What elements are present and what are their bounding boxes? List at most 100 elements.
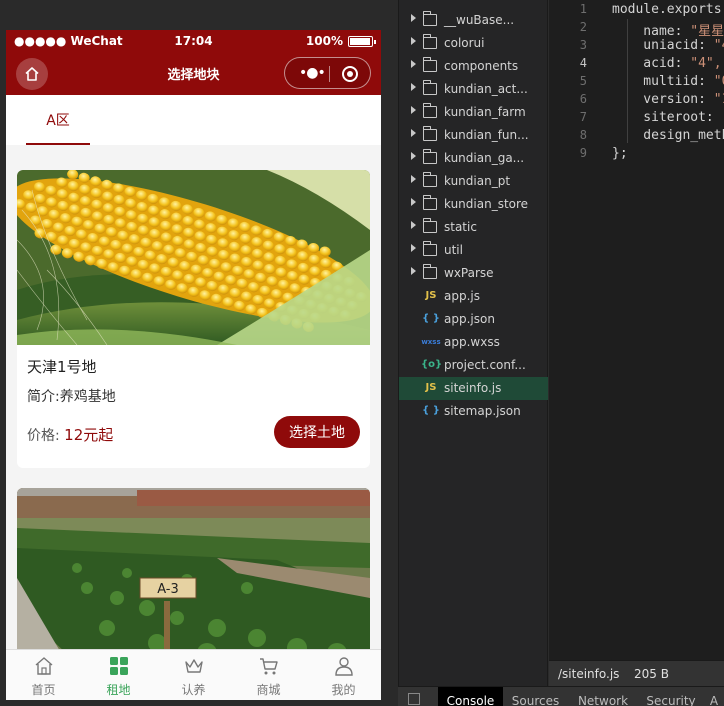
folder-icon (422, 218, 437, 233)
battery-icon (348, 36, 376, 47)
tree-folder[interactable]: kundian_ga... (399, 147, 548, 170)
chevron-right-icon (411, 221, 416, 229)
plot-card[interactable]: A-3 (17, 488, 370, 649)
file-size: 205 B (634, 667, 669, 681)
folder-icon (422, 57, 437, 72)
tree-file[interactable]: JS app.js (399, 285, 548, 308)
devtools-tab-sources[interactable]: Sources (503, 687, 568, 706)
tree-folder[interactable]: __wuBase... (399, 9, 548, 32)
file-path: /siteinfo.js (558, 667, 620, 681)
code-text: acid: (612, 56, 691, 71)
code-text: name: (612, 24, 691, 39)
navigation-bar: ●●●●● WeChat 17:04 100% 选择地块 •●• (6, 30, 381, 95)
tab-rent-land[interactable]: 租地 (81, 650, 156, 700)
code-string: "4 (713, 38, 724, 53)
tab-label: 商城 (256, 683, 281, 697)
tab-home[interactable]: 首页 (6, 650, 81, 700)
tree-folder[interactable]: kundian_pt (399, 170, 548, 193)
tree-folder[interactable]: components (399, 55, 548, 78)
line-number: 8 (579, 128, 587, 142)
select-land-button[interactable]: 选择土地 (274, 416, 360, 448)
chevron-right-icon (411, 106, 416, 114)
code-line: design_meth (612, 128, 724, 143)
tree-item-name: sitemap.json (444, 404, 521, 418)
tab-zone-a[interactable]: A区 (26, 95, 90, 145)
folder-icon (422, 264, 437, 279)
bottom-tab-bar: 首页 租地 认养 商城 我的 (6, 649, 381, 700)
tree-folder[interactable]: colorui (399, 32, 548, 55)
tab-adopt[interactable]: 认养 (156, 650, 231, 700)
code-string: "星星 (690, 24, 724, 39)
chevron-right-icon (411, 198, 416, 206)
line-number: 1 (579, 2, 587, 16)
menu-capsule: •●• (284, 57, 371, 89)
tree-item-name: app.wxss (444, 335, 500, 349)
chevron-right-icon (411, 83, 416, 91)
tree-folder[interactable]: kundian_store (399, 193, 548, 216)
tree-folder[interactable]: util (399, 239, 548, 262)
code-text: siteroot: (612, 110, 722, 125)
file-explorer: __wuBase...colorui components kundian_act.… (398, 0, 548, 706)
tab-label: 我的 (331, 683, 356, 697)
tree-item-name: wxParse (444, 266, 494, 280)
code-editor[interactable]: 1 2 3 4 5 6 7 8 9 module.exports name: "星星 uniac… (549, 0, 724, 660)
tree-file[interactable]: { } sitemap.json (399, 400, 548, 423)
plot-image-field: A-3 (17, 488, 370, 649)
folder-icon (422, 103, 437, 118)
tree-folder[interactable]: kundian_farm (399, 101, 548, 124)
tab-label: 首页 (31, 683, 56, 697)
line-number: 9 (579, 146, 587, 160)
devtools-tab-console[interactable]: Console (438, 687, 503, 706)
more-menu-button[interactable]: •●• (299, 65, 326, 81)
plot-card[interactable]: 天津1号地 简介:养鸡基地 价格: 12元起 选择土地 (17, 170, 370, 468)
code-line: }; (612, 146, 628, 161)
tree-item-name: kundian_ga... (444, 151, 525, 165)
tree-item-name: kundian_farm (444, 105, 526, 119)
cart-icon (260, 658, 278, 675)
wxss-file-icon: wxss (421, 338, 441, 346)
tree-folder[interactable]: wxParse (399, 262, 548, 285)
home-icon (35, 657, 53, 675)
tree-item-name: project.conf... (444, 358, 526, 372)
chevron-right-icon (411, 152, 416, 160)
code-string: "1 (713, 92, 724, 107)
tree-file[interactable]: wxss app.wxss (399, 331, 548, 354)
line-number-gutter: 1 2 3 4 5 6 7 8 9 (549, 0, 597, 660)
tree-folder[interactable]: kundian_fun... (399, 124, 548, 147)
code-text: }; (612, 146, 628, 161)
chevron-right-icon (411, 14, 416, 22)
tree-item-name: kundian_store (444, 197, 529, 211)
tree-item-name: siteinfo.js (444, 381, 502, 395)
json-file-icon: { } (422, 405, 440, 416)
tab-mine[interactable]: 我的 (306, 650, 381, 700)
line-number: 7 (579, 110, 587, 124)
tree-item-name: util (444, 243, 463, 257)
inspect-cursor-icon[interactable] (408, 693, 420, 705)
devtools-tab-network[interactable]: Network (568, 687, 638, 706)
phone-screen: ●●●●● WeChat 17:04 100% 选择地块 •●• A区 天津1号… (6, 30, 381, 700)
tree-folder[interactable]: static (399, 216, 548, 239)
chevron-right-icon (411, 37, 416, 45)
devtools-tab-a[interactable]: A (704, 687, 724, 706)
config-file-icon: {o} (421, 359, 443, 370)
tree-file[interactable]: { } app.json (399, 308, 548, 331)
phone-simulator: ●●●●● WeChat 17:04 100% 选择地块 •●• A区 天津1号… (0, 0, 398, 706)
tree-file[interactable]: {o} project.conf... (399, 354, 548, 377)
tab-mall[interactable]: 商城 (231, 650, 306, 700)
grid-icon (110, 657, 128, 675)
chevron-right-icon (411, 129, 416, 137)
tree-item-name: colorui (444, 36, 485, 50)
code-line: multiid: "0 (612, 74, 724, 89)
code-text: multiid: (612, 74, 714, 89)
close-mini-program-button[interactable] (342, 66, 358, 82)
line-number: 4 (579, 56, 587, 70)
folder-icon (422, 126, 437, 141)
tree-file[interactable]: JS siteinfo.js (399, 377, 548, 400)
js-file-icon: JS (425, 290, 437, 301)
user-icon (335, 657, 353, 676)
tree-folder[interactable]: kundian_act... (399, 78, 548, 101)
devtools-tab-security[interactable]: Security (638, 687, 704, 706)
folder-icon (422, 11, 437, 26)
chevron-right-icon (411, 244, 416, 252)
editor-status-bar: /siteinfo.js 205 B (549, 660, 724, 686)
